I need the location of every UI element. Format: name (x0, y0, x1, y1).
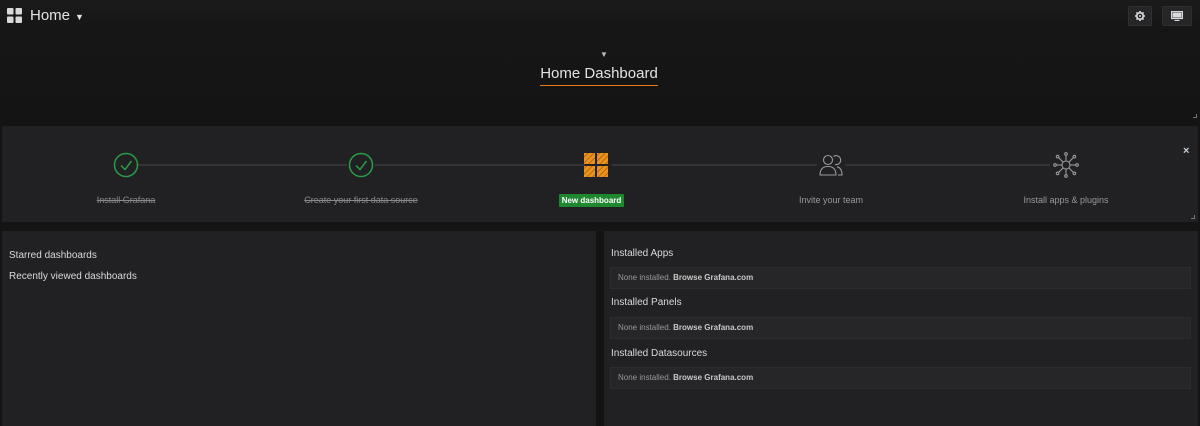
checkmark-icon (113, 152, 139, 178)
monitor-icon (1171, 11, 1183, 21)
dashboard-header: ▼ Home Dashboard (0, 32, 1200, 122)
resize-handle[interactable] (1193, 114, 1197, 118)
users-icon (819, 154, 843, 176)
gear-icon (1135, 11, 1145, 21)
browse-grafana-link[interactable]: Browse Grafana.com (673, 273, 753, 282)
step-invite-team[interactable]: Invite your team (731, 126, 931, 222)
browse-grafana-link[interactable]: Browse Grafana.com (673, 323, 753, 332)
new-dashboard-button[interactable]: New dashboard (559, 194, 624, 207)
step-new-dashboard[interactable]: New dashboard (496, 126, 696, 222)
close-icon[interactable]: × (1183, 145, 1189, 157)
tv-mode-button[interactable] (1162, 6, 1192, 26)
checkmark-icon (348, 152, 374, 178)
installed-panels-heading: Installed Panels (611, 297, 682, 308)
step-create-datasource[interactable]: Create your first data source (261, 126, 461, 222)
getting-started-panel: × Install Grafana Create your first data… (2, 126, 1198, 222)
installed-datasources-heading: Installed Datasources (611, 348, 708, 359)
installed-datasources-box: None installed. Browse Grafana.com (610, 367, 1191, 389)
starred-dashboards-heading: Starred dashboards (9, 250, 97, 261)
recent-dashboards-heading: Recently viewed dashboards (9, 271, 137, 282)
page-title: Home Dashboard (540, 64, 658, 86)
step-install-grafana: Install Grafana (26, 126, 226, 222)
installed-panels-box: None installed. Browse Grafana.com (610, 317, 1191, 339)
none-installed-text: None installed. (618, 273, 671, 282)
collapse-caret-icon[interactable]: ▼ (600, 50, 608, 59)
dashboard-list-panel: Starred dashboards Recently viewed dashb… (2, 231, 596, 426)
step-install-plugins[interactable]: Install apps & plugins (966, 126, 1166, 222)
step-label: Invite your team (798, 195, 864, 205)
step-label: Install Grafana (96, 195, 156, 205)
resize-handle[interactable] (1191, 215, 1195, 219)
plugin-list-panel: Installed Apps None installed. Browse Gr… (604, 231, 1198, 426)
grafana-menu-icon[interactable] (7, 8, 22, 23)
dashboard-picker[interactable]: Home ▼ (30, 7, 84, 24)
dashboard-picker-label: Home (30, 7, 71, 24)
browse-grafana-link[interactable]: Browse Grafana.com (673, 373, 753, 382)
top-navbar: Home ▼ (0, 0, 1200, 32)
plugins-icon (1053, 152, 1079, 178)
none-installed-text: None installed. (618, 373, 671, 382)
step-label: Create your first data source (304, 195, 418, 205)
caret-down-icon: ▼ (75, 12, 84, 22)
none-installed-text: None installed. (618, 323, 671, 332)
step-label: Install apps & plugins (1023, 195, 1109, 205)
settings-button[interactable] (1128, 6, 1152, 26)
installed-apps-heading: Installed Apps (611, 248, 674, 259)
dashboard-grid-icon (584, 153, 608, 177)
installed-apps-box: None installed. Browse Grafana.com (610, 267, 1191, 289)
